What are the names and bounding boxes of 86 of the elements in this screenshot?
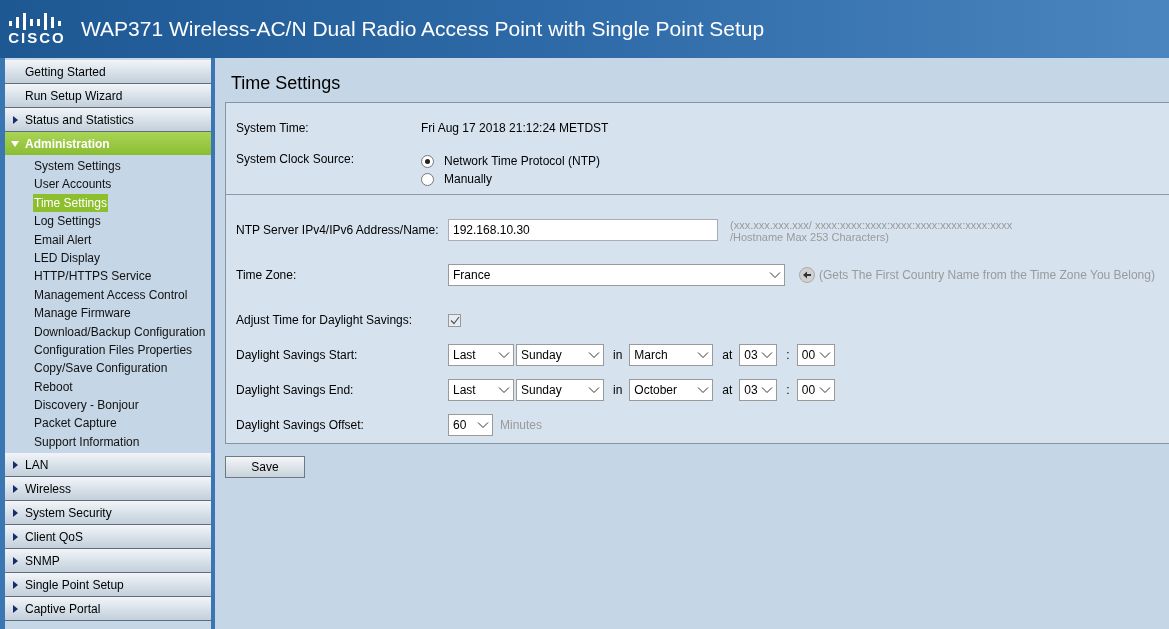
caret-icon [588, 386, 600, 394]
nav-subitem[interactable]: HTTP/HTTPS Service [33, 267, 153, 286]
field-label: System Clock Source: [236, 152, 356, 166]
dropdown[interactable]: Sunday [516, 344, 604, 366]
nav-item[interactable]: LAN [5, 453, 211, 478]
page-title: Time Settings [231, 72, 341, 95]
nav-item[interactable]: Getting Started [5, 60, 211, 84]
nav-subitem[interactable]: Management Access Control [33, 285, 189, 305]
dropdown[interactable]: 03 [739, 379, 778, 401]
dropdown[interactable]: France [448, 264, 785, 286]
dropdown[interactable]: October [629, 379, 714, 401]
expanded-arrow-icon [11, 140, 19, 147]
separator-text: at [722, 383, 733, 397]
caret-icon [818, 386, 831, 394]
nav-subitem[interactable]: System Settings [33, 157, 122, 176]
dropdown[interactable]: March [629, 344, 714, 366]
collapsed-arrow-icon [12, 580, 18, 589]
dropdown[interactable]: 60 [448, 414, 493, 436]
nav-subitem[interactable]: Manage Firmware [33, 304, 132, 323]
nav-subitem[interactable]: Download/Backup Configuration [33, 322, 207, 341]
caret-icon [761, 351, 774, 359]
nav-item[interactable]: SNMP [5, 549, 211, 574]
nav-subitem[interactable]: Discovery - Bonjour [33, 396, 140, 415]
radio-button[interactable] [421, 154, 434, 168]
nav-item[interactable]: Status and Statistics [5, 108, 211, 132]
nav-subitem[interactable]: Configuration Files Properties [33, 340, 194, 360]
caret-icon [818, 351, 831, 359]
caret-icon [588, 351, 600, 359]
caret-icon [769, 271, 781, 279]
checkbox[interactable] [448, 313, 461, 327]
separator-text: in [613, 348, 623, 362]
logo-text: CISCO [8, 29, 66, 46]
save-button[interactable]: Save [225, 456, 305, 478]
nav-subitem[interactable]: LED Display [33, 248, 102, 268]
collapsed-arrow-icon [12, 115, 18, 124]
dropdown[interactable]: 03 [739, 344, 778, 366]
nav-subitem[interactable]: Log Settings [33, 212, 102, 231]
field-label: Adjust Time for Daylight Savings: [236, 313, 414, 327]
system-time-value: Fri Aug 17 2018 21:12:24 METDST [421, 121, 609, 135]
field-label: Daylight Savings Start: [236, 348, 359, 362]
nav-item[interactable]: Single Point Setup [5, 573, 211, 598]
nav-item[interactable]: System Security [5, 501, 211, 526]
nav-subitem[interactable]: Copy/Save Configuration [33, 359, 169, 378]
field-label: Time Zone: [236, 268, 298, 282]
field-label: Daylight Savings End: [236, 383, 355, 397]
collapsed-arrow-icon [12, 508, 18, 517]
caret-icon [477, 421, 489, 429]
field-label: System Time: [236, 121, 310, 135]
nav-item[interactable]: Client QoS [5, 525, 211, 550]
caret-icon [697, 351, 710, 359]
time-zone-hint: (Gets The First Country Name from the Time Zone You Belong) [819, 268, 1155, 282]
radio-label: Network Time Protocol (NTP) [444, 154, 601, 168]
collapsed-arrow-icon [12, 604, 18, 613]
nav-item[interactable]: Captive Portal [5, 597, 211, 622]
caret-icon [498, 386, 510, 394]
ntp-server-field[interactable]: 192.168.10.30 [448, 219, 718, 241]
dropdown[interactable]: Last [448, 379, 514, 401]
ntp-hint: (xxx.xxx.xxx.xxx/ xxxx:xxxx:xxxx:xxxx:xxxx:xxxx:xxxx:xxxx /Hostname Max 253 Characters) [730, 219, 1013, 243]
dropdown[interactable]: 00 [796, 344, 835, 366]
separator-text: : [786, 348, 790, 362]
nav-subitem[interactable]: User Accounts [33, 175, 113, 194]
dropdown[interactable]: Sunday [516, 379, 604, 401]
field-label: Daylight Savings Offset: [236, 418, 365, 432]
nav-subitem[interactable]: Reboot [33, 377, 74, 397]
nav-item[interactable]: Run Setup Wizard [5, 84, 211, 108]
dropdown[interactable]: 00 [796, 379, 835, 401]
collapsed-arrow-icon [12, 532, 18, 541]
nav-item[interactable]: Wireless [5, 477, 211, 502]
dropdown[interactable]: Last [448, 344, 514, 366]
product-title: WAP371 Wireless-AC/N Dual Radio Access Point with Single Point Setup [81, 17, 765, 41]
separator-text: at [722, 348, 733, 362]
radio-button[interactable] [421, 172, 434, 186]
separator-text: : [786, 383, 790, 397]
field-label: NTP Server IPv4/IPv6 Address/Name: [236, 223, 440, 237]
caret-icon [697, 386, 710, 394]
radio-label: Manually [444, 172, 493, 186]
unit-label: Minutes [500, 418, 543, 432]
nav-subitem[interactable]: Packet Capture [33, 414, 118, 433]
collapsed-arrow-icon [12, 556, 18, 565]
collapsed-arrow-icon [12, 484, 18, 493]
caret-icon [761, 386, 774, 394]
nav-subitem[interactable]: Email Alert [33, 230, 93, 249]
collapsed-arrow-icon [12, 460, 18, 469]
caret-icon [498, 351, 510, 359]
separator-text: in [613, 383, 623, 397]
nav-subitem[interactable]: Support Information [33, 432, 141, 452]
